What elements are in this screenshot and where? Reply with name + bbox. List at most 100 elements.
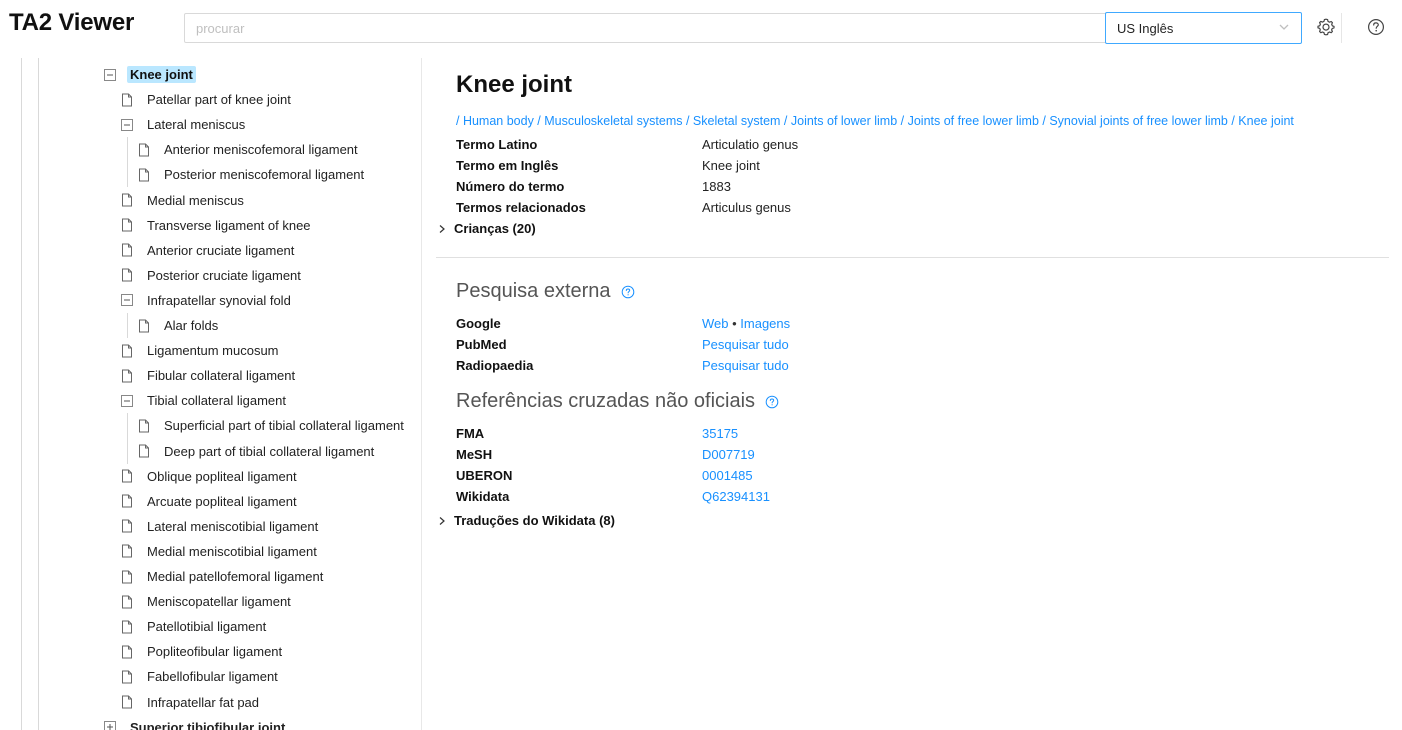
cross-reference-link[interactable]: 0001485 [702, 468, 753, 483]
tree-node[interactable]: Knee joint [103, 62, 196, 87]
breadcrumb-link[interactable]: Knee joint [1238, 114, 1294, 128]
section-divider [436, 257, 1389, 258]
field-value: Knee joint [702, 158, 760, 173]
field-value: Web • Imagens [702, 316, 790, 331]
tree-node-label: Patellotibial ligament [147, 619, 267, 635]
tree-node[interactable]: Infrapatellar fat pad [120, 690, 262, 715]
file-icon [120, 93, 134, 107]
breadcrumb-separator: / [682, 114, 693, 128]
tree-node[interactable]: Posterior meniscofemoral ligament [137, 162, 367, 187]
external-search-link[interactable]: Pesquisar tudo [702, 337, 789, 352]
tree-node[interactable]: Superficial part of tibial collateral li… [137, 413, 407, 438]
file-icon [120, 218, 134, 232]
tree-node[interactable]: Deep part of tibial collateral ligament [137, 439, 377, 464]
wikidata-translations-expander[interactable]: Traduções do Wikidata (8) [436, 513, 615, 528]
file-icon [137, 143, 151, 157]
tree-node-label: Knee joint [127, 66, 196, 83]
tree-node[interactable]: Lateral meniscus [120, 112, 248, 137]
tree-indent-guide [127, 313, 128, 339]
settings-button[interactable] [1311, 13, 1341, 43]
cross-reference-link[interactable]: 35175 [702, 426, 738, 441]
tree-node[interactable]: Arcuate popliteal ligament [120, 489, 300, 514]
file-icon [120, 494, 134, 508]
plus-square-icon[interactable] [103, 720, 117, 730]
tree-node[interactable]: Medial meniscotibial ligament [120, 539, 320, 564]
tree-node[interactable]: Transverse ligament of knee [120, 213, 314, 238]
cross-reference-link[interactable]: D007719 [702, 447, 755, 462]
tree-node-label: Lateral meniscus [147, 117, 246, 133]
tree-node-label: Fibular collateral ligament [147, 368, 296, 384]
tree-node[interactable]: Lateral meniscotibial ligament [120, 514, 321, 539]
breadcrumb-link[interactable]: Human body [463, 114, 534, 128]
children-expander[interactable]: Crianças (20) [436, 221, 536, 236]
field-key: Termo Latino [456, 137, 538, 152]
language-select[interactable]: US Inglês [1105, 12, 1302, 44]
field-key: MeSH [456, 447, 493, 462]
tree-node[interactable]: Anterior cruciate ligament [120, 238, 297, 263]
cross-reference-link[interactable]: Q62394131 [702, 489, 770, 504]
field-key: FMA [456, 426, 485, 441]
breadcrumb-link[interactable]: Joints of lower limb [791, 114, 897, 128]
question-circle-icon[interactable] [621, 285, 635, 299]
breadcrumb-link[interactable]: Joints of free lower limb [908, 114, 1039, 128]
minus-square-icon[interactable] [120, 118, 134, 132]
tree-node[interactable]: Medial patellofemoral ligament [120, 564, 326, 589]
file-icon [120, 268, 134, 282]
file-icon [137, 168, 151, 182]
chevron-right-icon [436, 515, 448, 527]
external-search-row: Google Web • Imagens [456, 316, 1156, 337]
external-search-link[interactable]: Pesquisar tudo [702, 358, 789, 373]
tree-node-label: Medial meniscus [147, 192, 244, 208]
tree-node[interactable]: Superior tibiofibular joint [103, 715, 288, 730]
help-button[interactable] [1361, 13, 1391, 43]
external-search-link[interactable]: Imagens [740, 316, 790, 331]
cross-reference-row: MeSH D007719 [456, 447, 1156, 468]
field-value: Articulatio genus [702, 137, 799, 152]
breadcrumb-separator: / [897, 114, 908, 128]
file-icon [120, 519, 134, 533]
tree-node[interactable]: Patellar part of knee joint [120, 87, 294, 112]
minus-square-icon[interactable] [120, 394, 134, 408]
tree-node[interactable]: Fibular collateral ligament [120, 363, 298, 388]
term-field-row: Termo em Inglês Knee joint [456, 158, 1156, 179]
file-icon [137, 419, 151, 433]
tree-node-label: Medial meniscotibial ligament [147, 543, 317, 559]
minus-square-icon[interactable] [103, 68, 117, 82]
tree-node[interactable]: Alar folds [137, 313, 221, 338]
tree-node[interactable]: Tibial collateral ligament [120, 388, 289, 413]
tree-node[interactable]: Patellotibial ligament [120, 614, 269, 639]
tree-node[interactable]: Ligamentum mucosum [120, 338, 282, 363]
tree-node[interactable]: Anterior meniscofemoral ligament [137, 137, 361, 162]
search-input[interactable] [184, 13, 1222, 43]
file-icon [120, 544, 134, 558]
tree-node[interactable]: Oblique popliteal ligament [120, 464, 300, 489]
tree-node[interactable]: Popliteofibular ligament [120, 639, 285, 664]
tree-panel: Knee joint Patellar part of knee joint Lat… [0, 58, 421, 730]
tree-node[interactable]: Infrapatellar synovial fold [120, 288, 294, 313]
field-key: UBERON [456, 468, 513, 483]
minus-square-icon[interactable] [120, 293, 134, 307]
field-value: Articulus genus [702, 200, 791, 215]
link-separator: • [728, 316, 741, 331]
breadcrumb-link[interactable]: Skeletal system [693, 114, 781, 128]
tree-indent-guide [127, 137, 128, 188]
language-select-value: US Inglês [1117, 21, 1174, 36]
field-key: Número do termo [456, 179, 565, 194]
tree-node[interactable]: Posterior cruciate ligament [120, 263, 304, 288]
tree-node[interactable]: Meniscopatellar ligament [120, 589, 294, 614]
tree-indent-guide [127, 413, 128, 464]
question-circle-icon[interactable] [765, 395, 779, 409]
file-icon [120, 695, 134, 709]
tree-node[interactable]: Fabellofibular ligament [120, 664, 281, 689]
file-icon [120, 645, 134, 659]
field-value: 1883 [702, 179, 731, 194]
file-icon [137, 319, 151, 333]
cross-reference-row: FMA 35175 [456, 426, 1156, 447]
children-label: Crianças (20) [454, 221, 536, 236]
tree-node-label: Tibial collateral ligament [147, 393, 286, 409]
tree-node[interactable]: Medial meniscus [120, 188, 247, 213]
external-search-link[interactable]: Web [702, 316, 729, 331]
cross-references-title: Referências cruzadas não oficiais [456, 390, 756, 412]
breadcrumb-link[interactable]: Musculoskeletal systems [544, 114, 682, 128]
breadcrumb-link[interactable]: Synovial joints of free lower limb [1049, 114, 1228, 128]
